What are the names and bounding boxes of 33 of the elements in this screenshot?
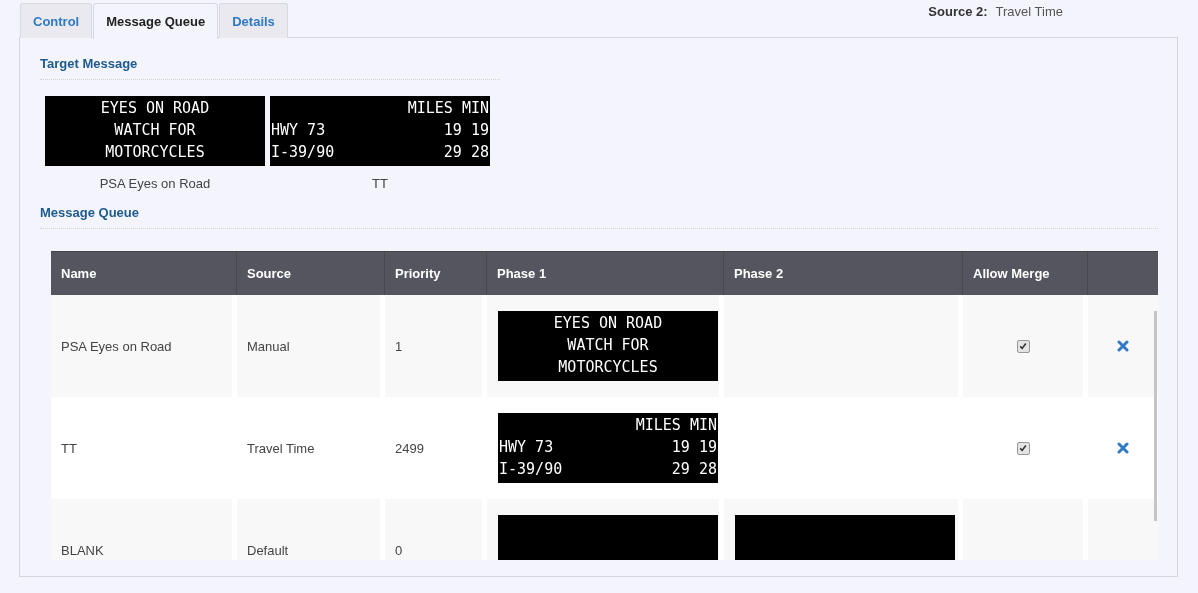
delete-icon[interactable] [1117,340,1129,352]
scrollbar[interactable] [1154,311,1157,521]
delete-icon[interactable] [1117,442,1129,454]
table-cell: Travel Time [237,397,385,499]
table-cell: BLANK [51,499,237,560]
tab[interactable]: Message Queue [93,3,219,39]
sign-display: EYES ON ROAD WATCH FOR MOTORCYCLES [498,311,718,381]
sign-display: EYES ON ROAD WATCH FOR MOTORCYCLES [45,96,265,166]
source-value: Travel Time [995,4,1063,19]
tab[interactable]: Details [219,3,288,38]
sign-display: MILES MIN HWY 73 19 19 I-39/90 29 28 [498,413,718,483]
checkbox[interactable] [1016,339,1030,353]
column-header: Allow Merge [973,266,1050,281]
section-heading: Target Message [40,56,500,80]
source-label: Source 2: [928,4,988,19]
section-heading: Message Queue [40,205,1158,229]
tab[interactable]: Control [20,3,93,38]
column-header: Phase 1 [497,266,547,281]
column-header: Priority [395,266,441,281]
column-header: Source [247,266,292,281]
table-cell: Default [237,499,385,560]
sign-caption: PSA Eyes on Road [99,176,211,191]
table-cell: PSA Eyes on Road [51,295,237,397]
column-header: Phase 2 [734,266,784,281]
checkbox[interactable] [1016,441,1030,455]
table-cell: 1 [385,295,487,397]
table-cell: 0 [385,499,487,560]
table-cell: TT [51,397,237,499]
sign-caption: TT [372,176,388,191]
sign-display: MILES MIN HWY 73 19 19 I-39/90 29 28 [270,96,490,166]
table-cell: 2499 [385,397,487,499]
column-header: Name [61,266,97,281]
table-cell: Manual [237,295,385,397]
